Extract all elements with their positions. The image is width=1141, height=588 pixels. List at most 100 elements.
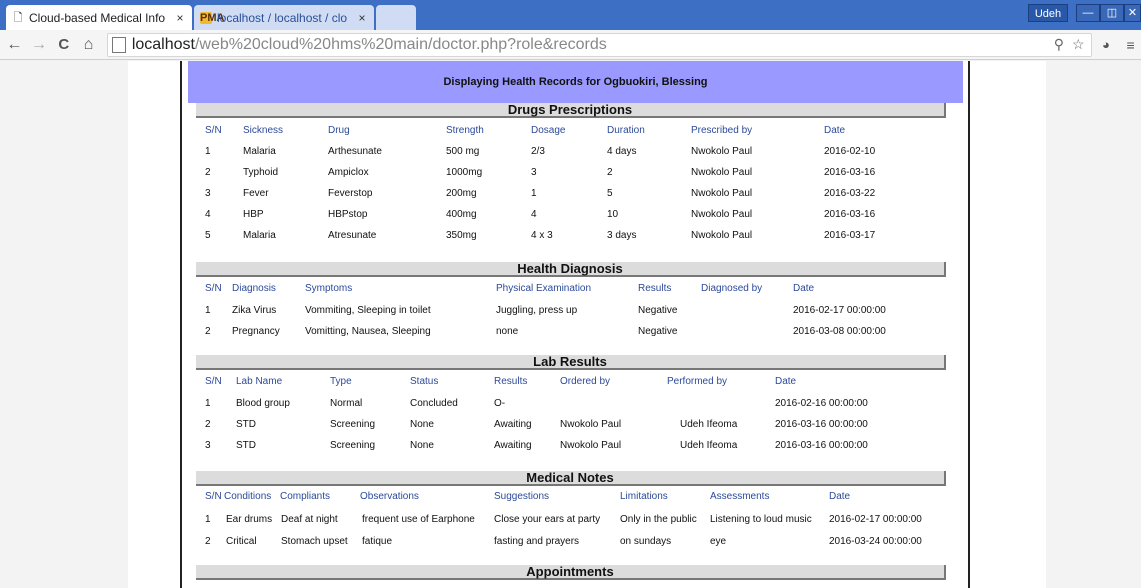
table-cell: fasting and prayers (494, 536, 580, 547)
table-cell: Dosage (531, 125, 566, 136)
extension-icon[interactable]: ◕ (1096, 37, 1117, 52)
table-header-notes: S/N Conditions Compliants Observations S… (0, 491, 1141, 505)
table-cell: Nwokolo Paul (691, 167, 753, 178)
table-cell: Udeh Ifeoma (680, 440, 738, 451)
close-icon[interactable]: × (356, 11, 368, 25)
table-cell: Screening (330, 419, 376, 430)
phpmyadmin-icon: PMA (200, 11, 225, 24)
table-cell: eye (710, 536, 727, 547)
page-icon: 🗋 (13, 11, 23, 24)
table-cell: 2016-03-16 00:00:00 (775, 419, 868, 430)
table-cell: 2 (607, 167, 613, 178)
section-title-diagnosis: Health Diagnosis (196, 262, 946, 277)
table-row: 3 Fever Feverstop 200mg 1 5 Nwokolo Paul 2016-0… (0, 188, 1141, 202)
profile-button[interactable]: Udeh (1028, 4, 1068, 22)
tab-cloud-medical[interactable]: 🗋 Cloud-based Medical Info × (6, 5, 192, 30)
section-title-drugs: Drugs Prescriptions (196, 103, 946, 118)
table-cell: 2016-02-17 00:00:00 (829, 514, 922, 525)
table-cell: 10 (607, 209, 619, 220)
table-cell: Nwokolo Paul (560, 419, 622, 430)
section-title-lab: Lab Results (196, 355, 946, 370)
table-cell: Limitations (620, 491, 668, 502)
table-row: 1 Zika Virus Vommiting, Sleeping in toilet… (0, 305, 1141, 319)
table-cell: Lab Name (236, 376, 283, 387)
table-cell: Only in the public (620, 514, 697, 525)
table-cell: Ampiclox (328, 167, 369, 178)
table-cell: Listening to loud music (710, 514, 812, 525)
table-cell: 2016-03-08 00:00:00 (793, 326, 886, 337)
section-title-appointments: Appointments (196, 565, 946, 580)
table-cell: Nwokolo Paul (691, 188, 753, 199)
address-bar[interactable]: localhost /web%20cloud%20hms%20main/doct… (106, 32, 1092, 57)
table-cell: Conditions (224, 491, 272, 502)
new-tab-button[interactable] (376, 5, 416, 30)
table-cell: Awaiting (494, 440, 532, 451)
table-row: 5 Malaria Atresunate 350mg 4 x 3 3 days Nwokol… (0, 230, 1141, 244)
table-cell: 2016-03-22 (824, 188, 876, 199)
minimize-button[interactable]: — (1076, 4, 1100, 22)
table-cell: 500 mg (446, 146, 480, 157)
table-cell: 200mg (446, 188, 477, 199)
table-cell: 4 days (607, 146, 637, 157)
table-cell: 4 (205, 209, 211, 220)
back-arrow-icon[interactable]: ← (4, 36, 25, 54)
table-cell: 1 (205, 305, 211, 316)
table-cell: O- (494, 398, 506, 409)
table-cell: S/N (205, 283, 222, 294)
table-cell: Feverstop (328, 188, 373, 199)
table-cell: Typhoid (243, 167, 279, 178)
table-row: 4 HBP HBPstop 400mg 4 10 Nwokolo Paul 2016-03-1… (0, 209, 1141, 223)
table-row: 2 STD Screening None Awaiting Nwokolo Paul Ude… (0, 419, 1141, 433)
table-cell: fatique (362, 536, 393, 547)
table-cell: 2016-03-16 (824, 167, 876, 178)
url-path: /web%20cloud%20hms%20main/doctor.php?rol… (194, 35, 607, 53)
table-cell: Suggestions (494, 491, 550, 502)
table-header-lab: S/N Lab Name Type Status Results Ordered… (0, 376, 1141, 390)
table-cell: 2016-02-10 (824, 146, 876, 157)
table-cell: 1 (205, 146, 211, 157)
menu-icon[interactable]: ≡ (1120, 37, 1141, 53)
table-cell: Critical (226, 536, 257, 547)
table-cell: Zika Virus (232, 305, 277, 316)
table-cell: Date (829, 491, 851, 502)
table-cell: Results (494, 376, 528, 387)
table-cell: 2016-03-16 00:00:00 (775, 440, 868, 451)
table-cell: S/N (205, 125, 222, 136)
table-cell: Stomach upset (281, 536, 348, 547)
table-row: 1 Ear drums Deaf at night frequent use of E… (0, 514, 1141, 528)
table-cell: Compliants (280, 491, 331, 502)
restore-button[interactable]: ◫ (1100, 4, 1124, 22)
table-cell: Negative (638, 326, 678, 337)
table-cell: HBPstop (328, 209, 368, 220)
table-cell: Concluded (410, 398, 458, 409)
close-icon[interactable]: × (174, 11, 186, 25)
table-row: 2 Typhoid Ampiclox 1000mg 3 2 Nwokolo Paul 2016… (0, 167, 1141, 181)
table-cell: 2 (205, 419, 211, 430)
tab-title: localhost / localhost / clo (217, 10, 348, 25)
table-cell: Nwokolo Paul (691, 146, 753, 157)
left-border (180, 61, 182, 588)
table-header-drugs: S/N Sickness Drug Strength Dosage Durati… (0, 125, 1141, 139)
reload-icon[interactable]: C (53, 36, 74, 53)
table-cell: Awaiting (494, 419, 532, 430)
table-cell: STD (236, 419, 256, 430)
table-cell: Blood group (236, 398, 290, 409)
table-cell: Ear drums (226, 514, 273, 525)
tab-phpmyadmin[interactable]: PMA localhost / localhost / clo × (194, 5, 374, 30)
home-icon[interactable]: ⌂ (78, 36, 99, 54)
table-row: 2 Critical Stomach upset fatique fasting and… (0, 536, 1141, 550)
close-window-button[interactable]: ✕ (1124, 4, 1141, 22)
bookmark-star-icon[interactable]: ☆ (1072, 36, 1085, 53)
table-cell: 1 (205, 398, 211, 409)
table-cell: 1000mg (446, 167, 483, 178)
table-cell: 3 days (607, 230, 637, 241)
table-row: 1 Malaria Arthesunate 500 mg 2/3 4 days Nwokol… (0, 146, 1141, 160)
table-cell: 3 (531, 167, 537, 178)
table-cell: Physical Examination (496, 283, 592, 294)
table-cell: 2016-03-24 00:00:00 (829, 536, 922, 547)
table-header-diagnosis: S/N Diagnosis Symptoms Physical Examinat… (0, 283, 1141, 297)
forward-arrow-icon[interactable]: → (29, 36, 50, 54)
table-cell: Nwokolo Paul (691, 209, 753, 220)
zoom-icon[interactable]: ⚲ (1054, 36, 1064, 53)
table-cell: 4 x 3 (531, 230, 553, 241)
